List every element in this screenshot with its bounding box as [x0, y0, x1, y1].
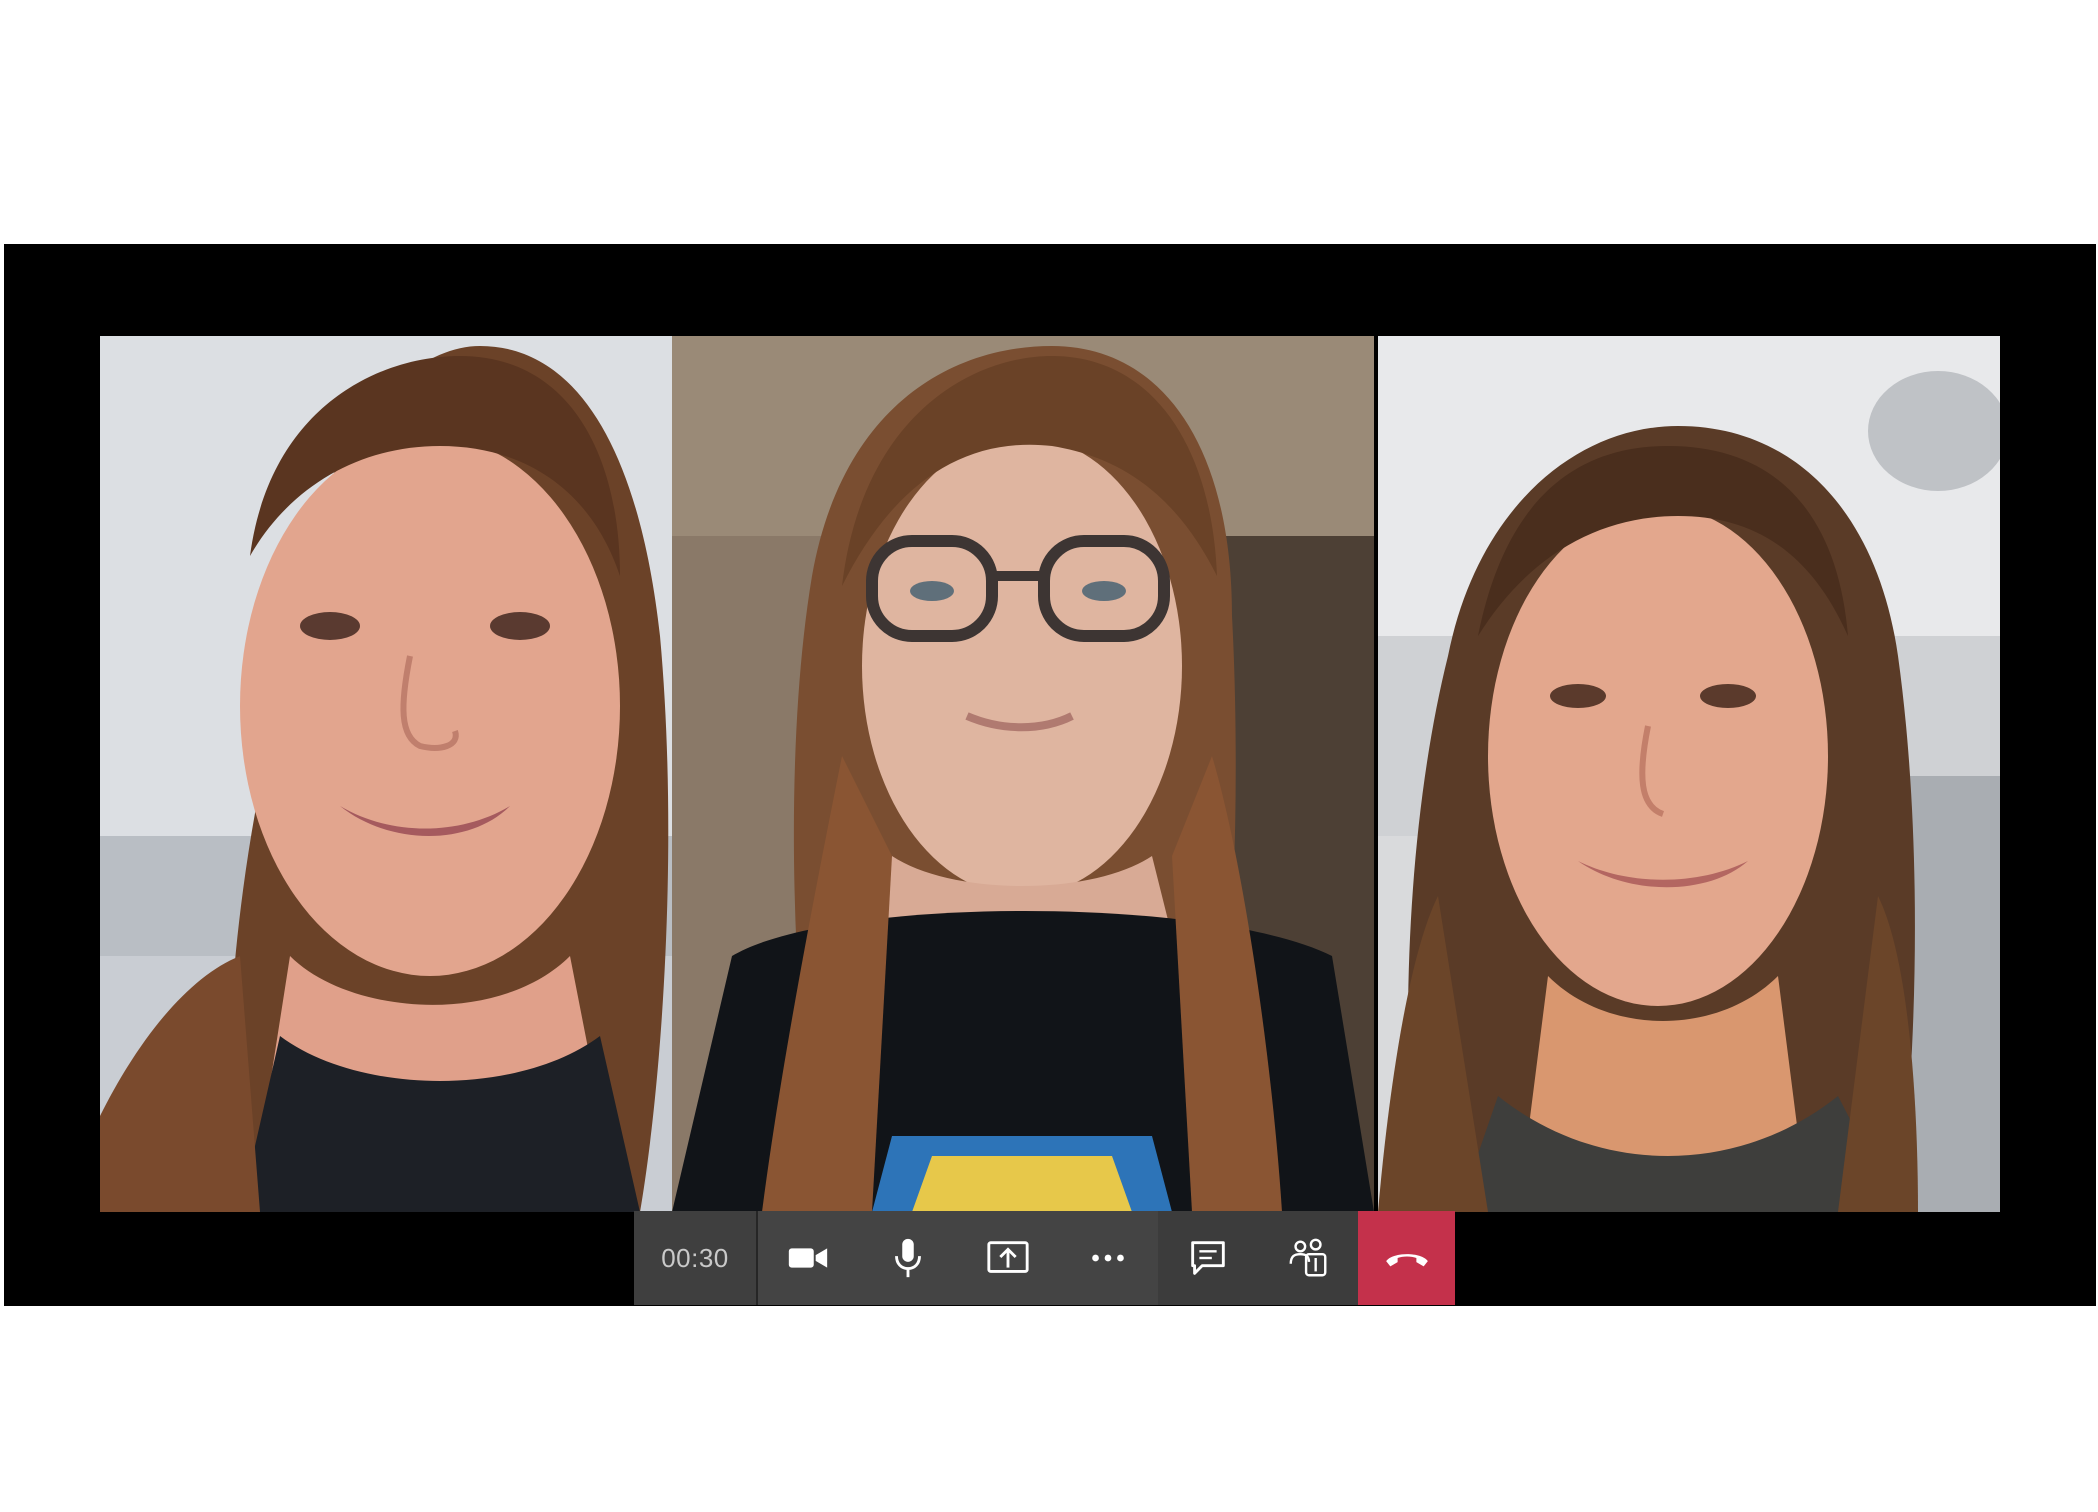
more-options-button[interactable] [1058, 1211, 1158, 1305]
participants-icon [1289, 1238, 1327, 1277]
share-screen-button[interactable] [958, 1211, 1058, 1305]
participant-2-image [672, 336, 1374, 1212]
microphone-button[interactable] [858, 1211, 958, 1305]
meeting-controls [1158, 1211, 1358, 1305]
call-timer: 00:30 [634, 1211, 758, 1305]
chat-button[interactable] [1158, 1211, 1258, 1305]
video-grid [100, 336, 2000, 1212]
camera-button[interactable] [758, 1211, 858, 1305]
call-window: 00:30 [4, 244, 2096, 1306]
call-control-bar: 00:30 [634, 1211, 1455, 1305]
hang-up-icon [1385, 1254, 1428, 1267]
chat-icon [1191, 1241, 1225, 1275]
media-controls [758, 1211, 1158, 1305]
more-options-icon [1092, 1254, 1124, 1262]
participant-video-3[interactable] [1378, 336, 2000, 1212]
participant-1-image [100, 336, 672, 1212]
share-screen-icon [987, 1241, 1029, 1273]
camera-icon [788, 1248, 828, 1268]
page: 00:30 [0, 0, 2098, 1512]
microphone-icon [895, 1238, 921, 1278]
participant-video-2[interactable] [672, 336, 1374, 1212]
hang-up-button[interactable] [1358, 1211, 1455, 1305]
participant-video-1[interactable] [100, 336, 672, 1212]
participant-3-image [1378, 336, 2000, 1212]
participants-button[interactable] [1258, 1211, 1358, 1305]
